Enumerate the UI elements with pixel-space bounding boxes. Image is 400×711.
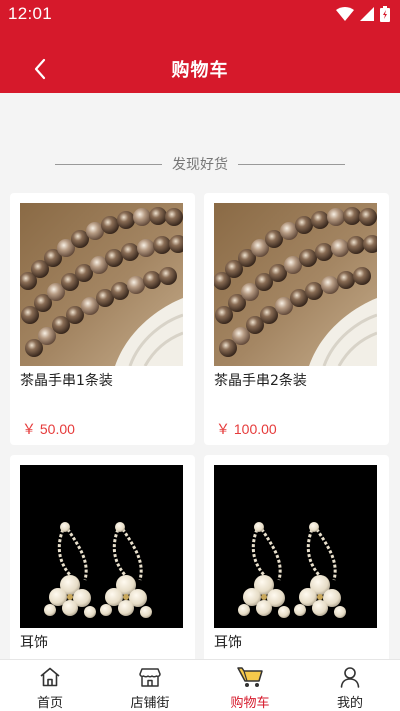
- nav-mine[interactable]: 我的: [300, 660, 400, 711]
- back-button[interactable]: [24, 53, 56, 85]
- product-card[interactable]: 茶晶手串2条装 ￥ 100.00: [204, 193, 389, 445]
- title-bar: 购物车: [0, 45, 400, 93]
- section-label: 发现好货: [172, 157, 228, 173]
- divider-line-left: [55, 163, 162, 165]
- nav-cart[interactable]: 购物车: [200, 660, 300, 711]
- product-name: 茶晶手串1条装: [20, 373, 113, 389]
- product-grid: 茶晶手串1条装 ￥ 50.00 茶晶手串2条装 ￥ 100.00 耳饰 耳饰: [10, 193, 390, 659]
- page-title: 购物车: [171, 60, 229, 81]
- nav-label-store: 店铺街: [130, 696, 170, 711]
- product-name: 茶晶手串2条装: [214, 373, 307, 389]
- product-image: [20, 203, 183, 366]
- product-image: [20, 465, 183, 628]
- chevron-left-icon: [34, 58, 46, 80]
- status-time: 12:01: [8, 4, 53, 23]
- nav-store[interactable]: 店铺街: [100, 660, 200, 711]
- section-divider: 发现好货: [0, 152, 400, 176]
- product-name: 耳饰: [214, 635, 242, 651]
- divider-line-right: [238, 163, 345, 165]
- battery-icon: [380, 6, 390, 22]
- status-icons: [336, 6, 390, 22]
- nav-label-home: 首页: [36, 696, 63, 711]
- product-card[interactable]: 茶晶手串1条装 ￥ 50.00: [10, 193, 195, 445]
- bottom-nav: 首页 店铺街 购物车 我的: [0, 659, 400, 711]
- signal-icon: [360, 7, 374, 21]
- cart-icon: [237, 665, 263, 689]
- wifi-icon: [336, 7, 354, 21]
- user-icon: [337, 665, 363, 689]
- status-bar: 12:01: [0, 0, 400, 28]
- product-image: [214, 203, 377, 366]
- product-price: ￥ 50.00: [22, 421, 75, 437]
- nav-label-mine: 我的: [336, 696, 363, 711]
- product-card[interactable]: 耳饰: [10, 455, 195, 659]
- nav-home[interactable]: 首页: [0, 660, 100, 711]
- product-image: [214, 465, 377, 628]
- product-card[interactable]: 耳饰: [204, 455, 389, 659]
- nav-label-cart: 购物车: [230, 696, 270, 711]
- app-header: 12:01 购物车: [0, 0, 400, 93]
- product-price: ￥ 100.00: [216, 421, 277, 437]
- home-icon: [37, 665, 63, 689]
- product-name: 耳饰: [20, 635, 48, 651]
- store-icon: [137, 665, 163, 689]
